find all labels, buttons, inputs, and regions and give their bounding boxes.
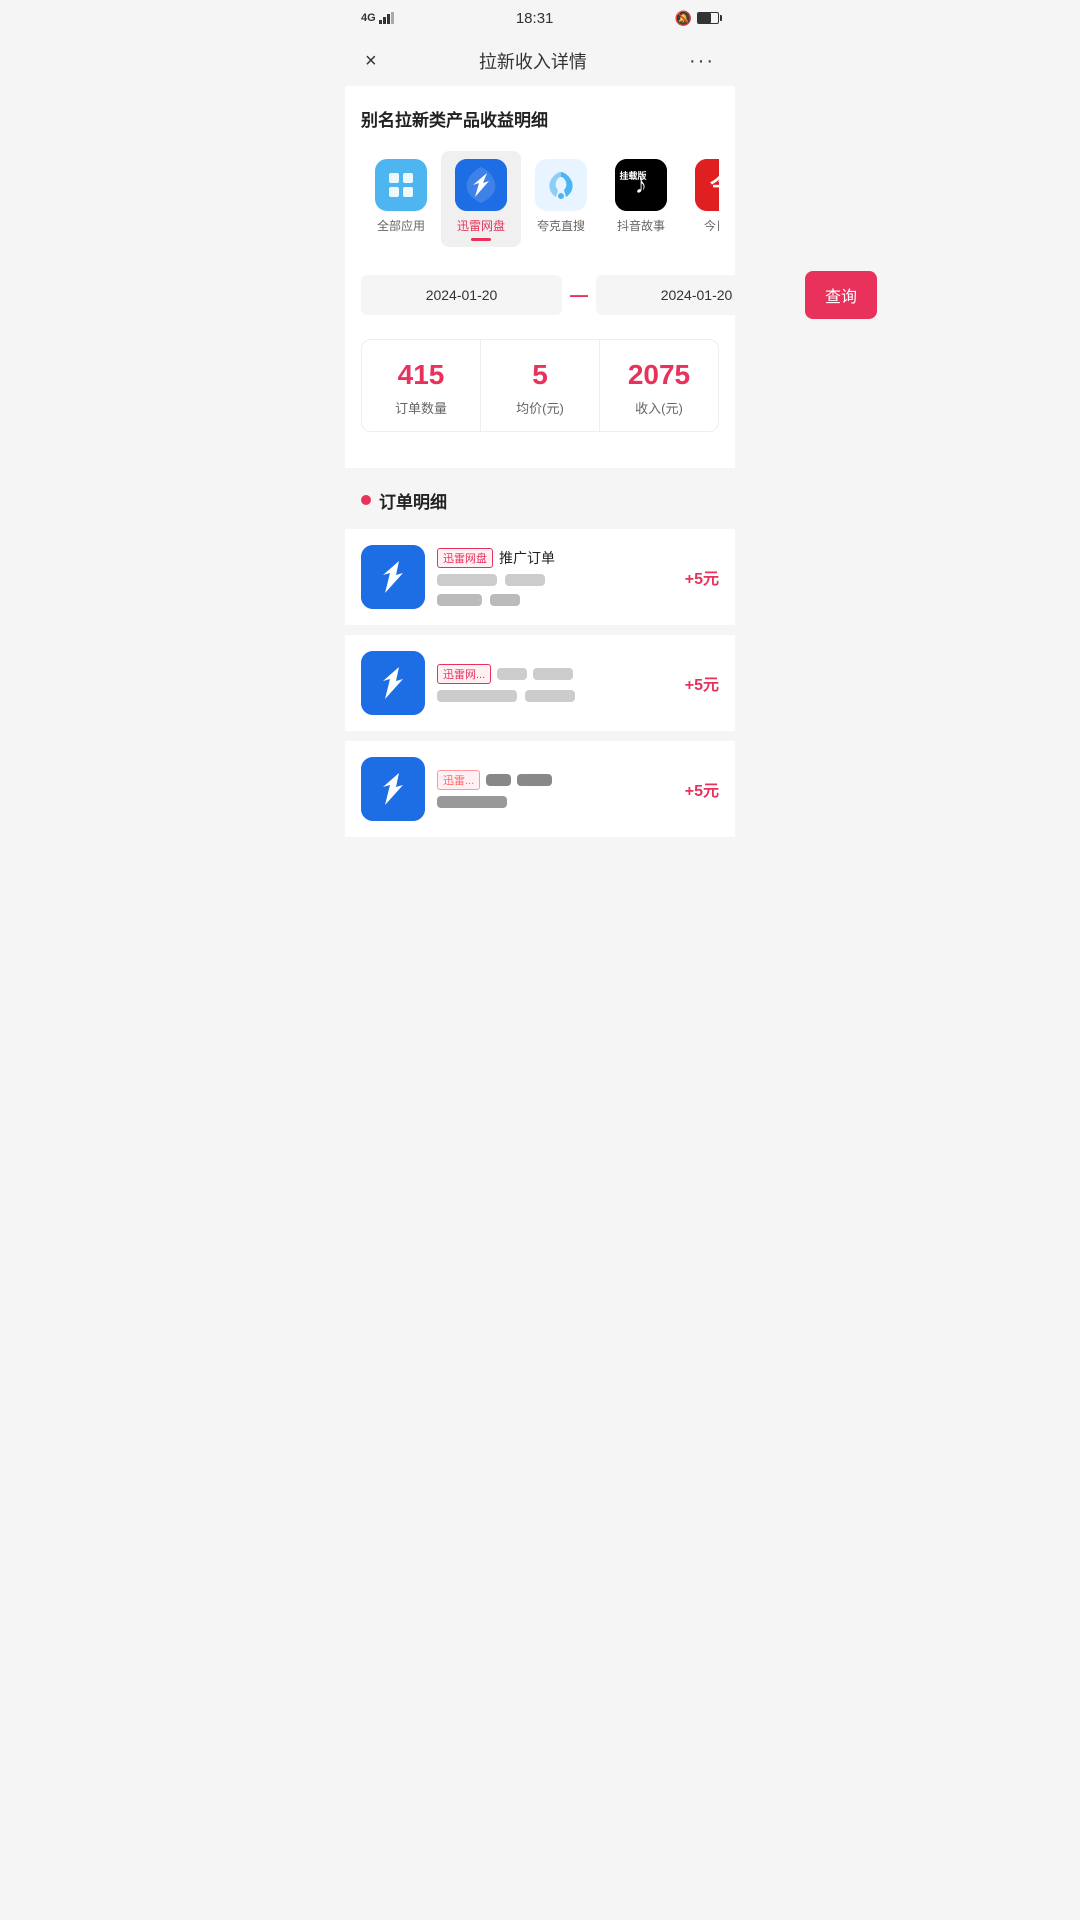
blurred-text-1 xyxy=(437,574,497,586)
stat-revenue-label: 收入(元) xyxy=(635,398,683,417)
stat-revenue: 2075 收入(元) xyxy=(600,340,718,431)
section-dot xyxy=(361,495,371,505)
stat-order-count-label: 订单数量 xyxy=(395,398,447,417)
blurred-tag-4 xyxy=(517,774,552,786)
blurred-text-6 xyxy=(525,690,575,702)
order-top-row: 迅雷... xyxy=(437,770,673,790)
jinri-icon: 今 xyxy=(695,159,719,211)
order-item[interactable]: 迅雷... +5元 xyxy=(345,741,735,837)
tab-xunlei-label: 迅雷网盘 xyxy=(457,217,505,234)
order-blurred-row-3 xyxy=(437,690,673,702)
status-time: 18:31 xyxy=(516,10,554,27)
blurred-text-7 xyxy=(437,796,507,808)
signal-text: 4G xyxy=(361,12,376,24)
order-info: 迅雷网盘 推广订单 xyxy=(437,548,673,606)
order-list: 迅雷网盘 推广订单 +5元 xyxy=(345,529,735,847)
kuake-icon xyxy=(535,159,587,211)
svg-text:今: 今 xyxy=(710,173,719,198)
page-title: 拉新收入详情 xyxy=(479,48,587,74)
battery-icon xyxy=(697,12,719,24)
tab-jinri[interactable]: 今 今日... xyxy=(681,151,719,247)
order-top-row: 迅雷网... xyxy=(437,664,673,684)
blurred-text-5 xyxy=(437,690,517,702)
order-title: 推广订单 xyxy=(499,548,555,568)
date-separator: — xyxy=(570,285,588,306)
stat-avg-price-value: 5 xyxy=(532,358,548,392)
order-amount: +5元 xyxy=(685,565,719,589)
stat-order-count-value: 415 xyxy=(398,358,445,392)
order-amount: +5元 xyxy=(685,777,719,801)
tab-kuake[interactable]: 夸克直搜 xyxy=(521,151,601,247)
order-app-icon xyxy=(361,651,425,715)
section-title: 别名拉新类产品收益明细 xyxy=(361,106,719,131)
blurred-tag-1 xyxy=(497,668,527,680)
blurred-text-3 xyxy=(437,594,482,606)
order-section-title: 订单明细 xyxy=(379,488,447,513)
tab-kuake-label: 夸克直搜 xyxy=(537,217,585,234)
order-app-tag: 迅雷网盘 xyxy=(437,548,493,568)
end-date-input[interactable] xyxy=(596,275,797,315)
start-date-input[interactable] xyxy=(361,275,562,315)
order-item[interactable]: 迅雷网... +5元 xyxy=(345,635,735,731)
date-filter: — 查询 xyxy=(361,271,719,319)
close-button[interactable]: × xyxy=(365,50,377,73)
blurred-tag-2 xyxy=(533,668,573,680)
order-blurred-row-4 xyxy=(437,796,673,808)
status-icons: 🔕 xyxy=(675,10,719,27)
order-blurred-row-2 xyxy=(437,590,673,606)
order-section: 订单明细 迅雷网盘 推广订单 xyxy=(345,468,735,847)
order-info: 迅雷... xyxy=(437,770,673,808)
blurred-text-2 xyxy=(505,574,545,586)
xunlei-icon xyxy=(455,159,507,211)
tab-jinri-label: 今日... xyxy=(704,217,719,234)
tab-xunlei[interactable]: 迅雷网盘 xyxy=(441,151,521,247)
stat-avg-price-label: 均价(元) xyxy=(516,398,564,417)
tab-all-apps[interactable]: 全部应用 xyxy=(361,151,441,247)
stat-avg-price: 5 均价(元) xyxy=(481,340,600,431)
top-nav: × 拉新收入详情 ··· xyxy=(345,36,735,86)
more-button[interactable]: ··· xyxy=(689,50,715,73)
order-app-icon xyxy=(361,545,425,609)
query-button[interactable]: 查询 xyxy=(805,271,877,319)
order-item[interactable]: 迅雷网盘 推广订单 +5元 xyxy=(345,529,735,625)
order-app-tag: 迅雷网... xyxy=(437,664,491,684)
order-top-row: 迅雷网盘 推广订单 xyxy=(437,548,673,568)
stat-revenue-value: 2075 xyxy=(628,358,690,392)
order-amount: +5元 xyxy=(685,671,719,695)
signal-bars-icon xyxy=(379,12,395,24)
bell-icon: 🔕 xyxy=(675,10,692,27)
app-tabs: 全部应用 迅雷网盘 夸克直搜 xyxy=(361,151,719,251)
main-content: 别名拉新类产品收益明细 全部应用 xyxy=(345,86,735,468)
order-info: 迅雷网... xyxy=(437,664,673,702)
order-app-icon xyxy=(361,757,425,821)
active-tab-indicator xyxy=(471,238,491,241)
stat-order-count: 415 订单数量 xyxy=(362,340,481,431)
svg-text:挂载版: 挂载版 xyxy=(619,170,646,181)
tab-all-apps-label: 全部应用 xyxy=(377,217,425,234)
order-blurred-row-1 xyxy=(437,574,673,586)
order-app-tag: 迅雷... xyxy=(437,770,480,790)
order-section-header: 订单明细 xyxy=(345,468,735,529)
stats-row: 415 订单数量 5 均价(元) 2075 收入(元) xyxy=(361,339,719,432)
all-apps-icon xyxy=(375,159,427,211)
tab-douyin-label: 抖音故事 xyxy=(617,217,665,234)
blurred-tag-3 xyxy=(486,774,511,786)
tab-douyin[interactable]: ♪ 挂载版 抖音故事 xyxy=(601,151,681,247)
blurred-text-4 xyxy=(490,594,520,606)
douyin-icon: ♪ 挂载版 xyxy=(615,159,667,211)
status-bar: 4G 18:31 🔕 xyxy=(345,0,735,36)
signal-indicator: 4G xyxy=(361,12,395,24)
